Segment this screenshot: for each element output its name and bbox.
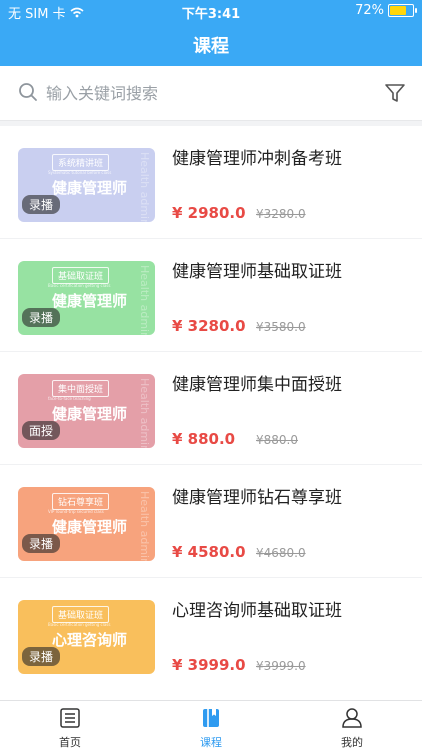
course-title: 健康管理师集中面授班 — [172, 375, 342, 395]
home-list-icon — [60, 708, 80, 728]
status-bar: 无 SIM 卡 下午3:41 72% — [0, 0, 422, 22]
course-price: ¥ 4580.0 — [172, 543, 246, 561]
course-original-price: ¥3999.0 — [256, 659, 306, 673]
navigation-bar: 课程 — [0, 22, 422, 66]
course-type-badge: 录播 — [22, 534, 61, 553]
thumb-subtitle: Systematic tutorial before class — [48, 170, 112, 175]
thumb-title: 健康管理师 — [52, 179, 128, 197]
battery-icon — [388, 4, 417, 17]
tab-courses[interactable]: 课程 — [141, 701, 281, 751]
thumb-side-text: Health administrator — [138, 265, 151, 335]
thumb-title: 心理咨询师 — [52, 631, 128, 649]
course-price: ¥ 2980.0 — [172, 204, 246, 222]
course-item[interactable]: 基础取证班 Basic certification getting class 心理… — [0, 578, 422, 690]
filter-icon[interactable] — [384, 82, 406, 104]
thumb-side-text: Health administrator — [138, 491, 151, 561]
tab-mine-label: 我的 — [341, 736, 363, 749]
battery-percent: 72% — [355, 3, 384, 18]
course-item[interactable]: 系统精讲班 Systematic tutorial before class 健康管… — [0, 126, 422, 238]
thumb-title: 健康管理师 — [52, 518, 128, 536]
course-title: 心理咨询师基础取证班 — [172, 601, 342, 621]
thumb-tag: 基础取证班 — [52, 267, 110, 284]
search-bar — [0, 66, 422, 121]
course-type-badge: 录播 — [22, 308, 61, 327]
page-title: 课程 — [193, 36, 229, 57]
thumb-title: 健康管理师 — [52, 292, 128, 310]
thumb-subtitle: Basic certification getting class — [48, 283, 111, 288]
thumb-side-text: Health administrator — [138, 152, 151, 222]
course-item[interactable]: 集中面授班 face-to-face teaching 健康管理师 Health ad… — [0, 352, 422, 464]
course-thumbnail: 系统精讲班 Systematic tutorial before class 健康管… — [18, 148, 155, 222]
thumb-side-text: Health administrator — [138, 378, 151, 448]
course-original-price: ¥3580.0 — [256, 320, 306, 334]
thumb-tag: 基础取证班 — [52, 606, 110, 623]
course-price: ¥ 3280.0 — [172, 317, 246, 335]
course-item[interactable]: 钻石尊享班 VIP round-trip secured class 健康管理师 He… — [0, 465, 422, 577]
course-type-badge: 面授 — [22, 421, 61, 440]
course-price: ¥ 3999.0 — [172, 656, 246, 674]
thumb-tag: 系统精讲班 — [52, 154, 110, 171]
thumb-subtitle: Basic certification getting class — [48, 622, 111, 627]
course-type-badge: 录播 — [22, 647, 61, 666]
search-input[interactable] — [44, 76, 368, 110]
thumb-title: 健康管理师 — [52, 405, 128, 423]
course-original-price: ¥4680.0 — [256, 546, 306, 560]
course-title: 健康管理师钻石尊享班 — [172, 488, 342, 508]
course-price: ¥ 880.0 — [172, 430, 236, 448]
course-type-badge: 录播 — [22, 195, 61, 214]
tab-bar: 首页 课程 我的 — [0, 700, 422, 751]
thumb-tag: 钻石尊享班 — [52, 493, 110, 510]
tab-home-label: 首页 — [59, 736, 81, 749]
course-thumbnail: 基础取证班 Basic certification getting class 心理… — [18, 600, 155, 674]
book-icon — [203, 709, 219, 727]
course-thumbnail: 集中面授班 face-to-face teaching 健康管理师 Health ad… — [18, 374, 155, 448]
tab-courses-label: 课程 — [200, 736, 222, 749]
user-icon — [342, 708, 362, 728]
course-thumbnail: 钻石尊享班 VIP round-trip secured class 健康管理师 He… — [18, 487, 155, 561]
course-title: 健康管理师冲刺备考班 — [172, 149, 342, 169]
course-title: 健康管理师基础取证班 — [172, 262, 342, 282]
thumb-subtitle: face-to-face teaching — [48, 396, 91, 401]
course-thumbnail: 基础取证班 Basic certification getting class 健康… — [18, 261, 155, 335]
status-right: 72% — [355, 3, 417, 18]
tab-home[interactable]: 首页 — [0, 701, 140, 751]
course-item[interactable]: 基础取证班 Basic certification getting class 健康… — [0, 239, 422, 351]
thumb-tag: 集中面授班 — [52, 380, 110, 397]
thumb-subtitle: VIP round-trip secured class — [48, 509, 104, 514]
course-original-price: ¥3280.0 — [256, 207, 306, 221]
tab-mine[interactable]: 我的 — [282, 701, 422, 751]
search-icon[interactable] — [18, 82, 38, 102]
course-original-price: ¥880.0 — [256, 433, 298, 447]
course-list: 系统精讲班 Systematic tutorial before class 健康管… — [0, 126, 422, 700]
